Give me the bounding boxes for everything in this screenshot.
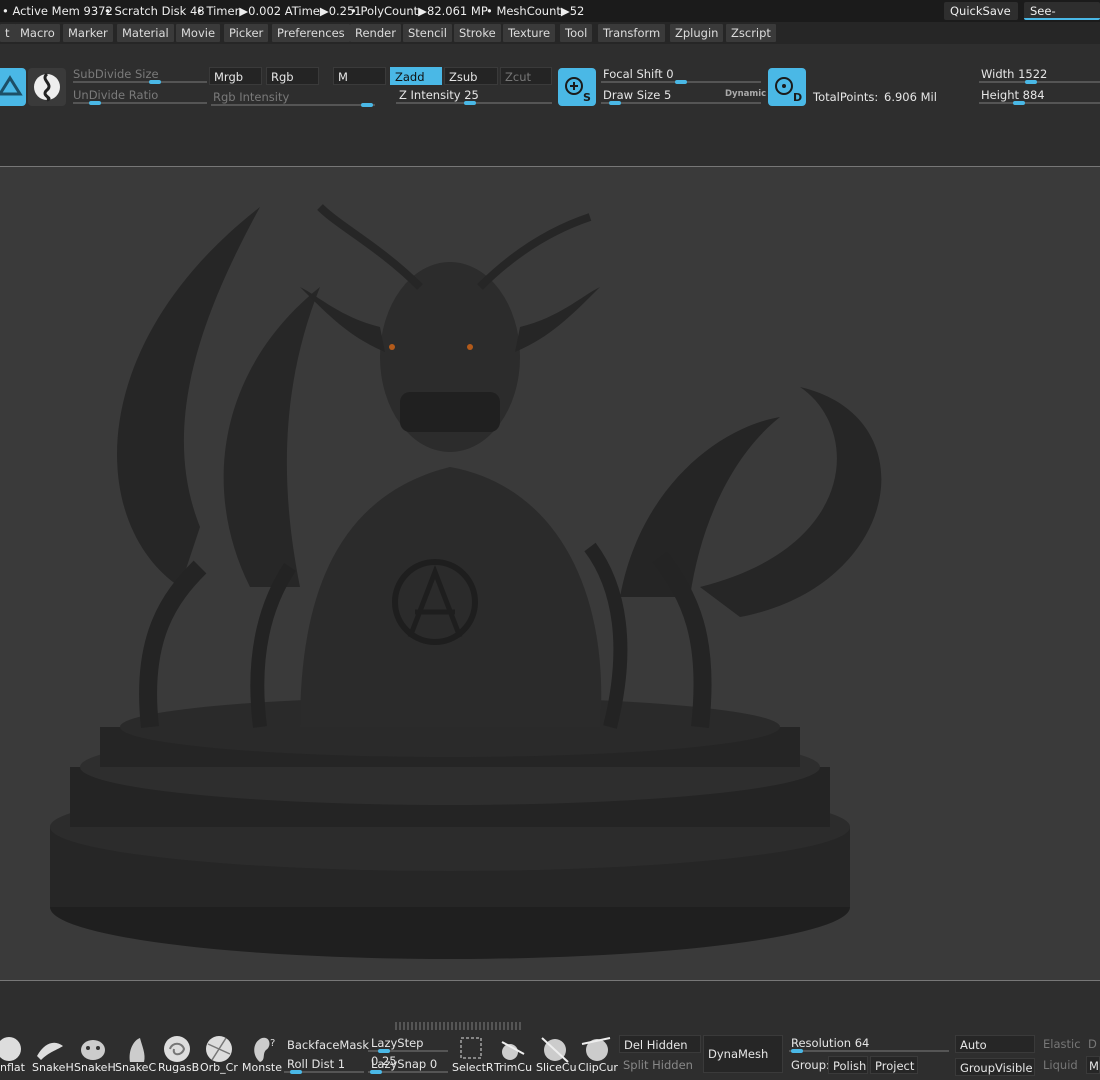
document-canvas[interactable] bbox=[0, 167, 1100, 981]
sphere-tool-icon[interactable] bbox=[28, 68, 66, 106]
shelf-scroll-handle[interactable] bbox=[395, 1022, 523, 1030]
brush-label-snakec: SnakeC bbox=[115, 1061, 157, 1074]
roll-dist-slider[interactable] bbox=[284, 1070, 364, 1074]
draw-size-slider[interactable] bbox=[601, 101, 761, 105]
lazystep-slider[interactable] bbox=[368, 1049, 448, 1053]
rgb-button[interactable]: Rgb bbox=[266, 67, 319, 85]
height-label: Height 884 bbox=[981, 88, 1045, 102]
d-button-partial[interactable]: D bbox=[1086, 1035, 1100, 1053]
mesh-count: • MeshCount▶52 bbox=[486, 4, 585, 18]
svg-text:S: S bbox=[583, 91, 591, 104]
zcut-button[interactable]: Zcut bbox=[500, 67, 552, 85]
width-label: Width 1522 bbox=[981, 67, 1048, 81]
brush-label-snakeh2: SnakeH bbox=[74, 1061, 116, 1074]
polish-button[interactable]: Polish bbox=[828, 1056, 868, 1074]
menu-movie[interactable]: Movie bbox=[176, 24, 221, 42]
menu-macro[interactable]: Macro bbox=[15, 24, 60, 42]
timer: • Timer▶0.002 ATime▶0.251 bbox=[196, 4, 362, 18]
menu-transform[interactable]: Transform bbox=[598, 24, 666, 42]
brush-label-snakeh1: SnakeH bbox=[32, 1061, 74, 1074]
width-slider[interactable] bbox=[979, 80, 1100, 84]
focal-shift-slider[interactable] bbox=[601, 80, 761, 84]
see-through-slider[interactable]: See-through bbox=[1024, 2, 1100, 36]
menu-render[interactable]: Render bbox=[350, 24, 401, 42]
svg-text:?: ? bbox=[270, 1038, 275, 1049]
undivide-ratio-label: UnDivide Ratio bbox=[73, 88, 159, 102]
project-button[interactable]: Project bbox=[870, 1056, 918, 1074]
split-hidden-button[interactable]: Split Hidden bbox=[619, 1056, 701, 1074]
auto-groups-button[interactable]: Auto Groups bbox=[955, 1035, 1035, 1070]
group-label: Group: bbox=[791, 1058, 830, 1072]
group-visible-button[interactable]: GroupVisible bbox=[955, 1058, 1035, 1076]
menu-bar: t Macro Marker Material Movie Picker Pre… bbox=[0, 22, 1100, 44]
zsub-button[interactable]: Zsub bbox=[444, 67, 498, 85]
dynamesh-button[interactable]: DynaMesh bbox=[703, 1035, 783, 1073]
menu-zplugin[interactable]: Zplugin bbox=[670, 24, 724, 42]
total-points-value: 6.906 Mil bbox=[884, 90, 937, 104]
del-hidden-button[interactable]: Del Hidden bbox=[619, 1035, 701, 1053]
z-intensity-slider[interactable] bbox=[396, 101, 552, 105]
resolution-label: Resolution 64 bbox=[791, 1036, 870, 1050]
menu-stroke[interactable]: Stroke bbox=[454, 24, 501, 42]
backface-mask-button[interactable]: BackfaceMask bbox=[283, 1036, 369, 1054]
status-bar: • Active Mem 9372 • Scratch Disk 48 • Ti… bbox=[0, 0, 1100, 36]
menu-material[interactable]: Material bbox=[117, 24, 174, 42]
top-strip bbox=[0, 130, 1100, 167]
edit-mode-icon[interactable] bbox=[0, 68, 26, 106]
top-shelf: SubDivide Size UnDivide Ratio Mrgb Rgb M… bbox=[0, 44, 1100, 130]
select-rect-label: SelectR bbox=[452, 1061, 494, 1074]
lazysnap-slider[interactable] bbox=[368, 1070, 448, 1074]
scratch-disk: • Scratch Disk 48 bbox=[104, 4, 205, 18]
rgb-intensity-slider[interactable] bbox=[211, 103, 375, 107]
trim-curve-label: TrimCu bbox=[494, 1061, 533, 1074]
menu-preferences[interactable]: Preferences bbox=[272, 24, 350, 42]
clip-curve-label: ClipCur bbox=[578, 1061, 618, 1074]
s-stroke-icon[interactable]: S bbox=[558, 68, 596, 106]
brush-label-rugasb: RugasB bbox=[158, 1061, 200, 1074]
focal-shift-label: Focal Shift 0 bbox=[603, 67, 674, 81]
svg-text:D: D bbox=[793, 91, 802, 104]
subdivide-size-label: SubDivide Size bbox=[73, 67, 159, 81]
poly-count: • PolyCount▶82.061 MP bbox=[350, 4, 488, 18]
resolution-slider[interactable] bbox=[789, 1049, 949, 1053]
liquid-button[interactable]: Liquid bbox=[1039, 1056, 1087, 1074]
m-button[interactable]: M bbox=[333, 67, 386, 85]
menu-tool[interactable]: Tool bbox=[560, 24, 593, 42]
brush-label-inflat: nflat bbox=[0, 1061, 25, 1074]
d-stroke-icon[interactable]: D bbox=[768, 68, 806, 106]
undivide-ratio-slider[interactable] bbox=[73, 101, 207, 105]
z-intensity-label: Z Intensity 25 bbox=[399, 88, 479, 102]
menu-stencil[interactable]: Stencil bbox=[403, 24, 452, 42]
zadd-button[interactable]: Zadd bbox=[390, 67, 442, 85]
dynamic-toggle[interactable]: Dynamic bbox=[725, 89, 766, 99]
draw-size-label: Draw Size 5 bbox=[603, 88, 672, 102]
menu-item-partial[interactable]: t bbox=[0, 24, 16, 42]
active-mem: • Active Mem 9372 bbox=[2, 4, 113, 18]
brush-label-orb: Orb_Cr bbox=[200, 1061, 238, 1074]
subdivide-size-slider[interactable] bbox=[73, 80, 207, 84]
m-button-partial[interactable]: M bbox=[1086, 1056, 1100, 1074]
menu-texture[interactable]: Texture bbox=[503, 24, 556, 42]
elastic-button[interactable]: Elastic bbox=[1039, 1035, 1087, 1053]
rgb-intensity-label: Rgb Intensity bbox=[213, 90, 290, 104]
slice-curve-label: SliceCu bbox=[536, 1061, 577, 1074]
quicksave-button[interactable]: QuickSave bbox=[944, 2, 1018, 20]
menu-zscript[interactable]: Zscript bbox=[726, 24, 776, 42]
brush-label-monster: Monste bbox=[242, 1061, 283, 1074]
menu-picker[interactable]: Picker bbox=[224, 24, 269, 42]
total-points-label: TotalPoints: bbox=[813, 90, 879, 104]
menu-marker[interactable]: Marker bbox=[63, 24, 113, 42]
mrgb-button[interactable]: Mrgb bbox=[209, 67, 262, 85]
sculpt-model bbox=[50, 204, 882, 959]
height-slider[interactable] bbox=[979, 101, 1100, 105]
